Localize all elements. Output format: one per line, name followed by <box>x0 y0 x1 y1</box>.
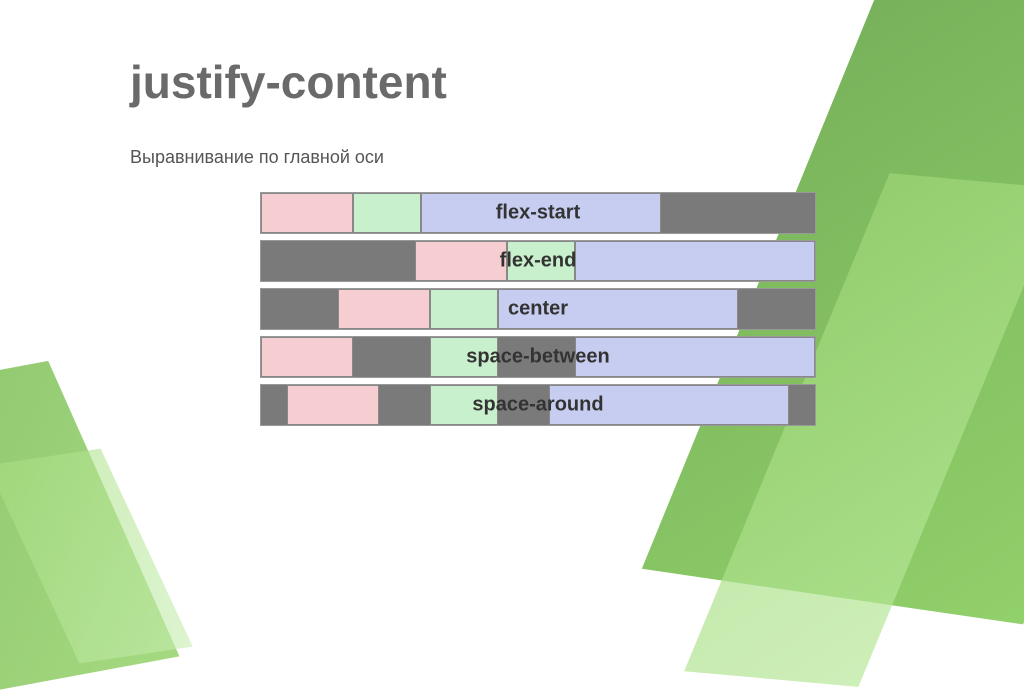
flex-item-pink <box>261 193 353 233</box>
row-label: flex-end <box>500 250 577 273</box>
flex-item-blue <box>575 337 815 377</box>
row-flex-start: flex-start <box>260 192 816 234</box>
flex-item-pink <box>415 241 507 281</box>
flex-item-pink <box>338 289 430 329</box>
row-space-between: space-between <box>260 336 816 378</box>
row-space-around: space-around <box>260 384 816 426</box>
row-center: center <box>260 288 816 330</box>
row-label: space-between <box>466 346 609 369</box>
subtitle: Выравнивание по главной оси <box>130 147 904 168</box>
flex-item-green <box>430 289 498 329</box>
row-flex-end: flex-end <box>260 240 816 282</box>
flex-item-blue <box>575 241 815 281</box>
flex-item-green <box>353 193 421 233</box>
slide-content: justify-content Выравнивание по главной … <box>0 0 1024 466</box>
justify-content-diagram: flex-start flex-end center <box>260 192 816 426</box>
flex-item-pink <box>261 337 353 377</box>
flex-item-pink <box>287 385 379 425</box>
row-label: flex-start <box>496 202 580 225</box>
page-title: justify-content <box>130 55 904 109</box>
row-label: space-around <box>472 394 603 417</box>
row-label: center <box>508 298 568 321</box>
